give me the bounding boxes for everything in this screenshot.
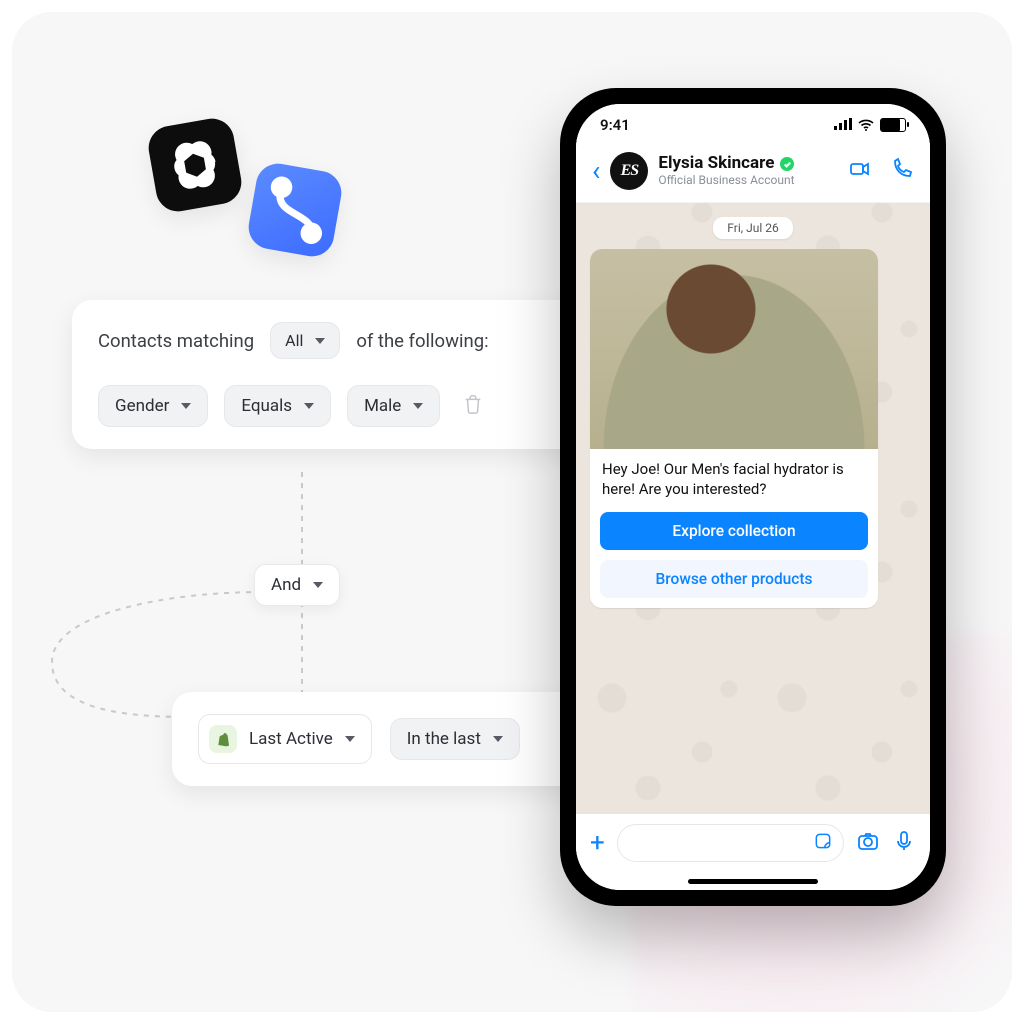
message-input[interactable]: [617, 824, 844, 862]
filter-suffix-label: of the following:: [356, 330, 488, 352]
shopify-icon: [209, 725, 237, 753]
chevron-down-icon: [413, 403, 423, 409]
phone-mockup: 9:41 ‹ ES Elysia Skincare: [560, 88, 946, 906]
contact-subtitle: Official Business Account: [658, 174, 838, 188]
chevron-down-icon: [181, 403, 191, 409]
cta-secondary-button[interactable]: Browse other products: [600, 560, 868, 598]
filter-field-dropdown[interactable]: Gender: [98, 385, 208, 427]
logic-operator-dropdown[interactable]: And: [254, 564, 340, 606]
cellular-signal-icon: [834, 116, 852, 134]
status-bar: 9:41: [576, 104, 930, 146]
battery-icon: [880, 118, 906, 132]
verified-badge-icon: [780, 157, 794, 171]
openai-icon: [145, 115, 245, 215]
filter-operator-dropdown[interactable]: Equals: [224, 385, 331, 427]
voice-call-button[interactable]: [890, 157, 914, 185]
chevron-down-icon: [304, 403, 314, 409]
chat-header: ‹ ES Elysia Skincare Official Business A…: [576, 146, 930, 203]
video-call-button[interactable]: [848, 157, 872, 185]
status-time: 9:41: [600, 116, 630, 134]
chevron-down-icon: [313, 582, 323, 588]
chevron-down-icon: [493, 736, 503, 742]
home-indicator: [688, 879, 818, 884]
flow-app-icon: [245, 160, 345, 260]
attach-button[interactable]: +: [590, 828, 605, 858]
back-button[interactable]: ‹: [592, 157, 600, 185]
filter-condition-card: Contacts matching All of the following: …: [72, 300, 604, 449]
camera-button[interactable]: [856, 829, 880, 857]
message-image[interactable]: [590, 249, 878, 449]
contact-name[interactable]: Elysia Skincare: [658, 154, 774, 174]
mic-button[interactable]: [892, 829, 916, 857]
wifi-icon: [858, 119, 874, 131]
sticker-icon[interactable]: [813, 831, 833, 855]
filter-scope-dropdown[interactable]: All: [270, 322, 340, 359]
filter-value-dropdown[interactable]: Male: [347, 385, 440, 427]
filter-operator-dropdown[interactable]: In the last: [390, 718, 520, 760]
chevron-down-icon: [315, 338, 325, 344]
date-separator: Fri, Jul 26: [713, 217, 792, 239]
filter-field-dropdown[interactable]: Last Active: [198, 714, 372, 764]
chevron-down-icon: [345, 736, 355, 742]
filter-prefix-label: Contacts matching: [98, 330, 254, 352]
contact-avatar[interactable]: ES: [610, 152, 648, 190]
delete-filter-button[interactable]: [462, 393, 484, 419]
message-text: Hey Joe! Our Men's facial hydrator is he…: [590, 449, 878, 512]
marketing-panel: Contacts matching All of the following: …: [12, 12, 1012, 1012]
message-bubble: Hey Joe! Our Men's facial hydrator is he…: [590, 249, 878, 608]
cta-primary-button[interactable]: Explore collection: [600, 512, 868, 550]
